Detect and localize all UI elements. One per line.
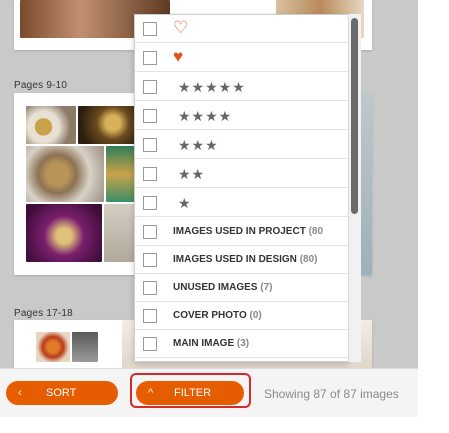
image-count-status: Showing 87 of 87 images: [264, 387, 399, 401]
star-rating-icon: ★★★★★: [178, 79, 246, 95]
dropdown-scrollbar-thumb[interactable]: [351, 18, 358, 214]
filter-option-4-stars[interactable]: ★★★★: [135, 102, 348, 130]
filter-checkbox[interactable]: [143, 109, 157, 123]
page-label: Pages 17-18: [14, 308, 73, 319]
filter-checkbox[interactable]: [143, 196, 157, 210]
photo-thumb[interactable]: [26, 204, 102, 262]
filter-checkbox[interactable]: [143, 253, 157, 267]
filter-checkbox[interactable]: [143, 309, 157, 323]
filter-button-highlight: [130, 373, 251, 408]
photo-thumb[interactable]: [106, 146, 136, 202]
page-margin: [418, 0, 449, 433]
filter-option-count: (80): [299, 254, 318, 265]
filter-option-label: COVER PHOTO: [173, 310, 247, 321]
heart-filled-icon: ♥: [173, 47, 184, 66]
filter-checkbox[interactable]: [143, 22, 157, 36]
sort-button-label: SORT: [46, 387, 77, 399]
filter-option-favorites-unmarked[interactable]: ♡: [135, 15, 348, 43]
filter-option-2-stars[interactable]: ★★: [135, 160, 348, 188]
photo-thumb[interactable]: [36, 332, 70, 362]
photo-thumb[interactable]: [78, 106, 136, 144]
filter-option-count: (7): [260, 282, 273, 293]
star-rating-icon: ★: [178, 195, 192, 211]
filter-option-3-stars[interactable]: ★★★: [135, 131, 348, 159]
star-rating-icon: ★★: [178, 166, 206, 182]
filter-option-label: MAIN IMAGE: [173, 338, 235, 349]
filter-option-favorites[interactable]: ♥: [135, 44, 348, 72]
filter-option-1-star[interactable]: ★: [135, 189, 348, 217]
filter-option-label: UNUSED IMAGES: [173, 282, 258, 293]
filter-option-label: IMAGES USED IN PROJECT: [173, 226, 306, 237]
filter-checkbox[interactable]: [143, 80, 157, 94]
filter-dropdown[interactable]: ♡ ♥ ★★★★★ ★★★★ ★★★ ★★ ★ IMAGES USED IN P…: [134, 14, 349, 362]
filter-checkbox[interactable]: [143, 281, 157, 295]
photo-thumb[interactable]: [72, 332, 98, 362]
sort-button[interactable]: ‹ SORT: [6, 381, 118, 405]
star-rating-icon: ★★★: [178, 137, 219, 153]
filter-option-cover-photo[interactable]: COVER PHOTO (0): [135, 302, 348, 330]
photo-thumb[interactable]: [26, 146, 104, 202]
heart-outline-icon: ♡: [173, 18, 189, 37]
filter-option-count: (3): [236, 338, 250, 349]
filter-option-label: IMAGES USED IN DESIGN: [173, 254, 297, 265]
filter-option-used-in-project[interactable]: IMAGES USED IN PROJECT (80: [135, 218, 348, 246]
filter-option-5-stars[interactable]: ★★★★★: [135, 73, 348, 101]
star-rating-icon: ★★★★: [178, 108, 233, 124]
filter-checkbox[interactable]: [143, 337, 157, 351]
chevron-left-icon: ‹: [18, 387, 22, 399]
filter-checkbox[interactable]: [143, 225, 157, 239]
filter-checkbox[interactable]: [143, 167, 157, 181]
filter-checkbox[interactable]: [143, 138, 157, 152]
filter-option-count: (80: [308, 226, 324, 237]
photo-thumb[interactable]: [104, 204, 136, 262]
filter-option-unused-images[interactable]: UNUSED IMAGES (7): [135, 274, 348, 302]
filter-option-main-image[interactable]: MAIN IMAGE (3): [135, 330, 348, 358]
photo-thumb[interactable]: [26, 106, 76, 144]
page-label: Pages 9-10: [14, 80, 68, 91]
filter-checkbox[interactable]: [143, 51, 157, 65]
filter-option-count: (0): [249, 310, 262, 321]
filter-option-used-in-design[interactable]: IMAGES USED IN DESIGN (80): [135, 246, 348, 274]
